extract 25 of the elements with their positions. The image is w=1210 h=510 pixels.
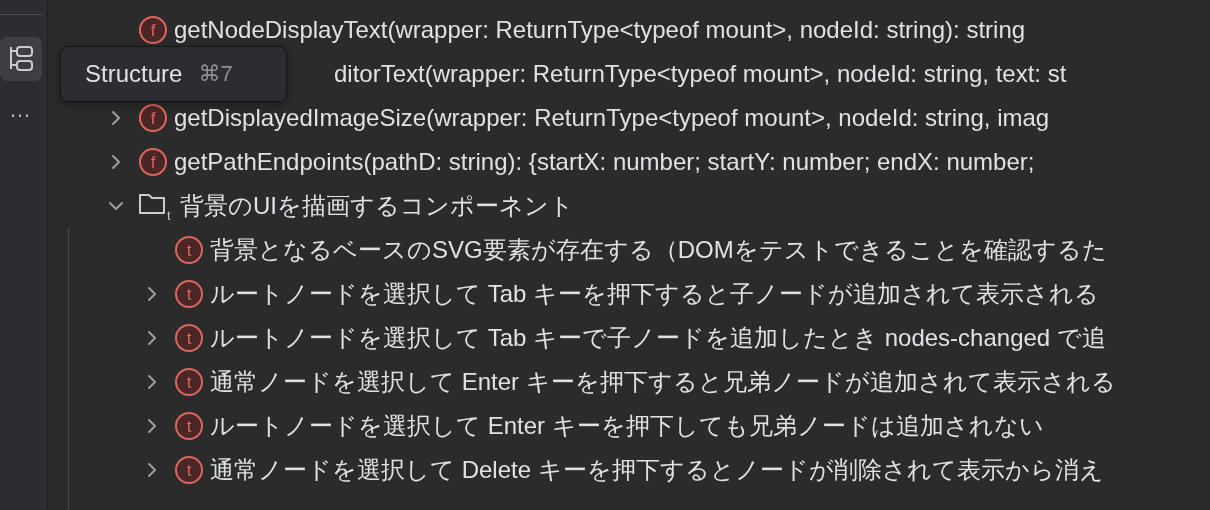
function-icon: f [138,15,168,45]
shortcut-label: ⌘7 [198,61,233,87]
tooltip-title: Structure [85,60,183,88]
structure-tool-button[interactable] [0,37,42,81]
test-icon: t [174,279,204,309]
test-name[interactable]: 通常ノードを選択して Enter キーを押下すると兄弟ノードが追加されて表示される [210,366,1116,398]
test-name[interactable]: 背景となるベースのSVG要素が存在する（DOMをテストできることを確認するた [210,234,1107,266]
function-icon: f [138,147,168,177]
test-icon: t [174,455,204,485]
test-name[interactable]: ルートノードを選択して Tab キーで子ノードを追加したとき nodes-changed で追 [210,322,1106,354]
suite-label[interactable]: 背景のUIを描画するコンポーネント [180,190,574,222]
test-icon: t [174,411,204,441]
test-icon: t [174,235,204,265]
function-signature[interactable]: getPathEndpoints(pathD: string): {startX: number; startY: number; endX: number; [174,148,1035,176]
more-button[interactable]: … [9,97,32,123]
function-icon: f [138,103,168,133]
test-icon: t [174,323,204,353]
function-signature[interactable]: ditorText(wrapper: ReturnType<typeof mount>, nodeId: string, text: st [334,60,1067,88]
function-signature[interactable]: getDisplayedImageSize(wrapper: ReturnType<typeof mount>, nodeId: string, imag [174,104,1050,132]
test-icon: t [174,367,204,397]
structure-icon [7,45,34,73]
test-name[interactable]: ルートノードを選択して Enter キーを押下しても兄弟ノードは追加されない [210,410,1044,442]
function-signature[interactable]: getNodeDisplayText(wrapper: ReturnType<typeof mount>, nodeId: string): string [174,16,1026,44]
test-name[interactable]: 通常ノードを選択して Delete キーを押下するとノードが削除されて表示から消え [210,454,1104,486]
test-name[interactable]: ルートノードを選択して Tab キーを押下すると子ノードが追加されて表示される [210,278,1100,310]
